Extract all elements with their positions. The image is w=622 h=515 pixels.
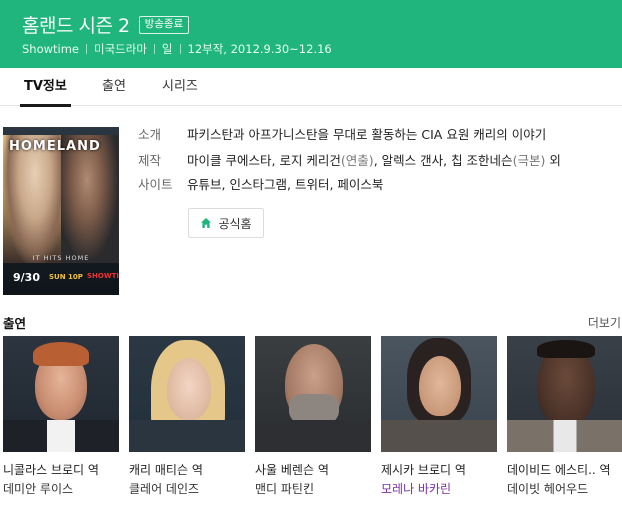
cast-role: 캐리 매티슨 역: [129, 463, 203, 477]
cast-card[interactable]: 데이비드 에스티.. 역 데이빗 헤어우드: [507, 336, 622, 497]
cast-photo[interactable]: [381, 336, 497, 452]
production-person-link[interactable]: 마이클 쿠에스타: [187, 153, 271, 168]
cast-photo[interactable]: [3, 336, 119, 452]
status-badge: 방송종료: [138, 15, 190, 34]
poster-logo: HOMELAND: [9, 139, 101, 154]
title-row: 홈랜드 시즌 2 방송종료: [22, 11, 190, 38]
program-title[interactable]: 홈랜드 시즌 2: [22, 11, 130, 38]
production-role: (연출): [340, 153, 374, 168]
synopsis-label: 소개: [138, 127, 162, 142]
poster-date: 9/30: [13, 271, 40, 284]
cast-more-link[interactable]: 더보기: [588, 314, 621, 331]
site-link-facebook[interactable]: 페이스북: [337, 177, 383, 192]
cast-name-link[interactable]: 맨디 파틴킨: [255, 480, 371, 497]
meta-divider: [179, 44, 181, 54]
meta-genre: 미국드라마: [94, 42, 147, 56]
program-header: 홈랜드 시즌 2 방송종료 Showtime 미국드라마 일 12부작, 201…: [0, 0, 622, 68]
home-icon: [201, 218, 212, 228]
production-person-link[interactable]: 알렉스 갠사: [382, 153, 443, 168]
meta-network: Showtime: [22, 42, 80, 56]
program-meta: Showtime 미국드라마 일 12부작, 2012.9.30~12.16: [22, 41, 332, 57]
meta-divider: [153, 44, 155, 54]
production-suffix: 외: [549, 153, 561, 168]
cast-role: 데이비드 에스티.. 역: [507, 463, 611, 477]
production-person-link[interactable]: 칩 조한네슨: [451, 153, 512, 168]
production-role: (극본): [512, 153, 546, 168]
cast-name-link[interactable]: 클레어 데인즈: [129, 480, 245, 497]
cast-card[interactable]: 제시카 브로디 역 모레나 바카린: [381, 336, 497, 497]
cast-name-link[interactable]: 모레나 바카린: [381, 480, 497, 497]
synopsis-text: 파키스탄과 아프가니스탄을 무대로 활동하는 CIA 요원 캐리의 이야기: [187, 127, 547, 142]
poster-date-sub: SUN 10P: [49, 273, 83, 281]
production-label: 제작: [138, 153, 162, 168]
cast-photo[interactable]: [129, 336, 245, 452]
cast-card[interactable]: 캐리 매티슨 역 클레어 데인즈: [129, 336, 245, 497]
official-home-button[interactable]: 공식홈: [188, 208, 264, 238]
poster-figure-left: [3, 135, 61, 263]
cast-photo[interactable]: [255, 336, 371, 452]
meta-episodes: 12부작, 2012.9.30~12.16: [187, 42, 332, 56]
production-list: 마이클 쿠에스타, 로지 케리건(연출), 알렉스 갠사, 칩 조한네슨(극본)…: [187, 153, 561, 168]
site-link-twitter[interactable]: 트위터: [295, 177, 330, 192]
tab-tv-info[interactable]: TV정보: [20, 68, 71, 107]
poster-tagline: IT HITS HOME: [32, 254, 90, 262]
cast-name-link[interactable]: 데이빗 헤어우드: [507, 480, 622, 497]
poster-figure-right: [61, 135, 119, 263]
tab-bar: TV정보 출연 시리즈: [0, 68, 622, 107]
tab-cast[interactable]: 출연: [102, 68, 126, 106]
tab-series[interactable]: 시리즈: [162, 68, 198, 106]
poster-network: SHOWTIME: [87, 272, 119, 280]
cast-card[interactable]: 니콜라스 브로디 역 데미안 루이스: [3, 336, 119, 497]
cast-role: 사울 베렌슨 역: [255, 463, 329, 477]
production-person-link[interactable]: 로지 케리건: [279, 153, 340, 168]
sites-label: 사이트: [138, 177, 173, 192]
meta-divider: [86, 44, 88, 54]
sites-list: 유튜브, 인스타그램, 트위터, 페이스북: [187, 177, 384, 192]
cast-section-title: 출연: [3, 316, 27, 331]
cast-photo[interactable]: [507, 336, 622, 452]
poster-image[interactable]: HOMELAND IT HITS HOME 9/30 SUN 10P SHOWT…: [3, 127, 119, 295]
site-link-youtube[interactable]: 유튜브: [187, 177, 222, 192]
cast-role: 니콜라스 브로디 역: [3, 463, 99, 477]
cast-role: 제시카 브로디 역: [381, 463, 466, 477]
meta-day: 일: [161, 42, 173, 56]
cast-name-link[interactable]: 데미안 루이스: [3, 480, 119, 497]
official-home-label: 공식홈: [218, 216, 252, 231]
cast-card[interactable]: 사울 베렌슨 역 맨디 파틴킨: [255, 336, 371, 497]
site-link-instagram[interactable]: 인스타그램: [229, 177, 287, 192]
